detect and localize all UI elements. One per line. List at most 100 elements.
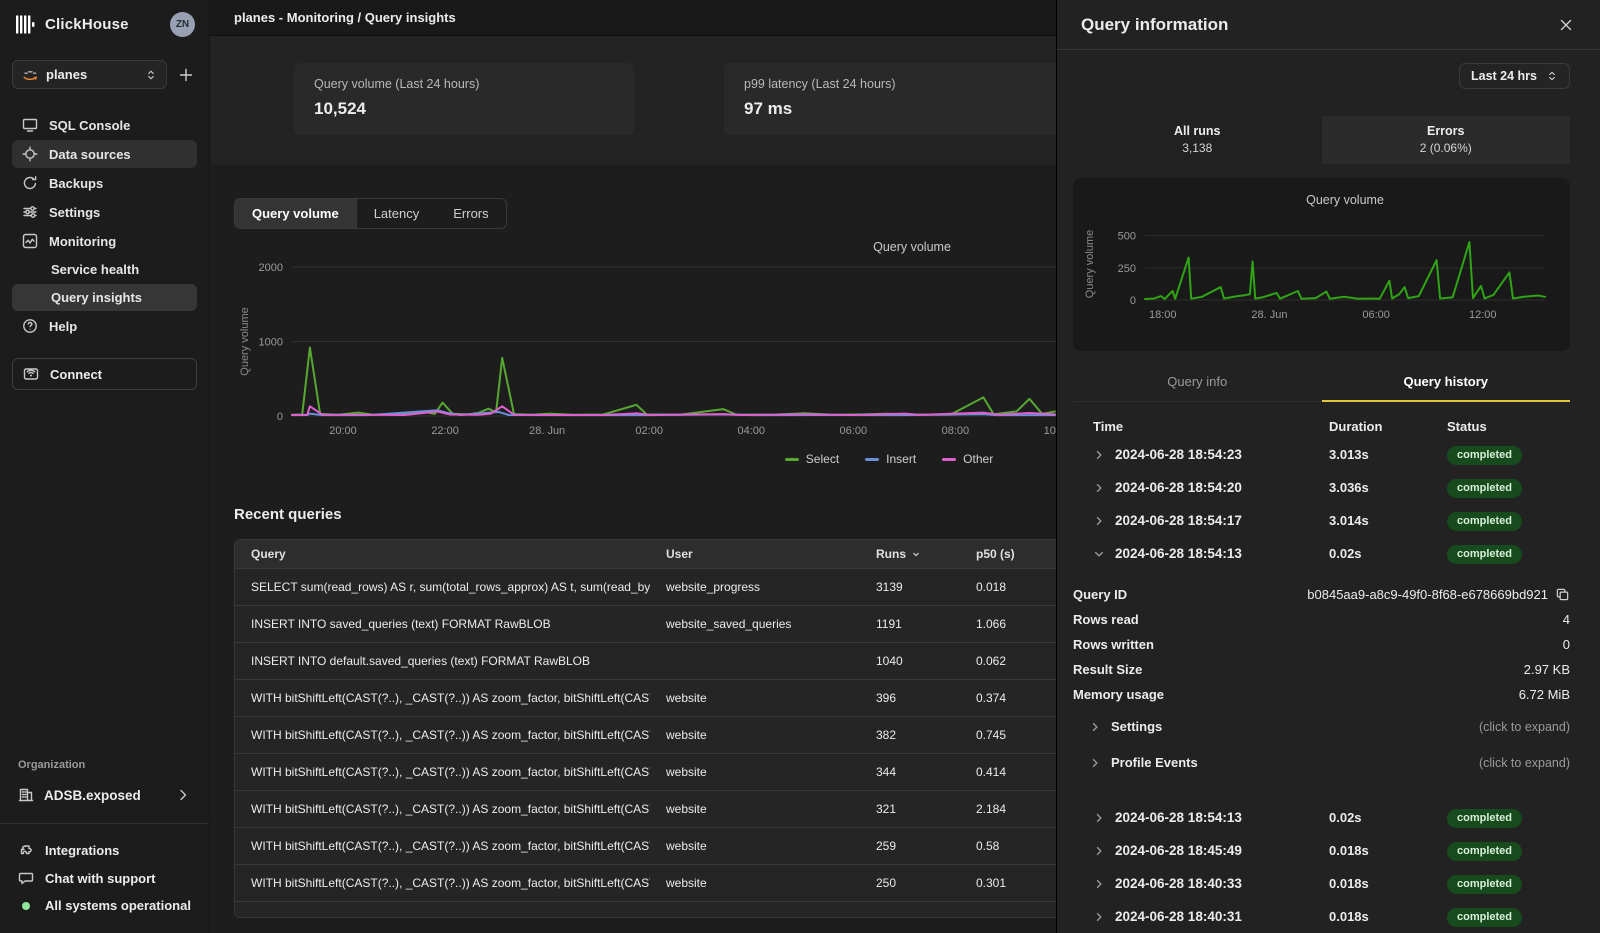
sidebar-item-label: Backups xyxy=(49,176,103,191)
tab-latency[interactable]: Latency xyxy=(357,199,437,228)
sidebar-item-label: Settings xyxy=(49,205,100,220)
sidebar-item-sql-console[interactable]: SQL Console xyxy=(12,111,197,139)
sidebar-nav: SQL Console Data sources Backups Settings Mo… xyxy=(12,111,197,340)
cell-query: INSERT INTO default.saved_queries (text)… xyxy=(235,654,650,668)
tab-query-info[interactable]: Query info xyxy=(1073,365,1322,402)
expander-profile-events[interactable]: Profile Events(click to expand) xyxy=(1073,746,1570,779)
sidebar-item-settings[interactable]: Settings xyxy=(12,198,197,226)
service-selector[interactable]: planes xyxy=(12,60,167,89)
history-time: 2024-06-28 18:54:13 xyxy=(1115,810,1329,825)
close-icon[interactable] xyxy=(1558,17,1574,33)
cell-user: website xyxy=(650,691,860,705)
cell-runs: 3139 xyxy=(860,580,960,594)
history-row[interactable]: 2024-06-28 18:54:130.02scompleted xyxy=(1073,801,1570,834)
all-runs-segment[interactable]: All runs 3,138 xyxy=(1073,116,1322,164)
footer-item-integrations[interactable]: Integrations xyxy=(12,836,197,864)
status-badge: completed xyxy=(1447,545,1522,564)
top-bar: planes - Monitoring / Query insights xyxy=(210,0,1056,36)
table-row[interactable]: WITH bitShiftLeft(CAST(?..), _CAST(?..))… xyxy=(235,716,1056,753)
sidebar-item-label: Data sources xyxy=(49,147,131,162)
table-row[interactable]: INSERT INTO default.saved_queries (text)… xyxy=(235,642,1056,679)
history-duration: 0.018s xyxy=(1329,843,1447,858)
status-badge: completed xyxy=(1447,908,1522,927)
history-row[interactable]: 2024-06-28 18:54:233.013scompleted xyxy=(1073,438,1570,471)
chevron-right-icon[interactable] xyxy=(1093,812,1115,824)
sidebar-item-backups[interactable]: Backups xyxy=(12,169,197,197)
cell-p50: 0.374 xyxy=(960,691,1056,705)
status-badge: completed xyxy=(1447,875,1522,894)
history-row[interactable]: 2024-06-28 18:40:310.018scompleted xyxy=(1073,900,1570,933)
table-row[interactable]: WITH bitShiftLeft(CAST(?..), _CAST(?..))… xyxy=(235,679,1056,716)
user-avatar[interactable]: ZN xyxy=(170,12,195,37)
legend-item-other[interactable]: Other xyxy=(942,452,993,466)
history-row[interactable]: 2024-06-28 18:54:130.02scompleted xyxy=(1073,537,1570,570)
chevron-right-icon[interactable] xyxy=(1093,911,1115,923)
legend-item-select[interactable]: Select xyxy=(785,452,839,466)
history-column-status: Status xyxy=(1447,419,1570,434)
status-badge: completed xyxy=(1447,512,1522,531)
table-row[interactable]: WITH bitShiftLeft(CAST(?..), _CAST(?..))… xyxy=(235,790,1056,827)
history-row[interactable]: 2024-06-28 18:54:203.036scompleted xyxy=(1073,471,1570,504)
cell-user: website xyxy=(650,765,860,779)
sidebar-item-data-sources[interactable]: Data sources xyxy=(12,140,197,168)
query-details: Query IDb0845aa9-a8c9-49f0-8f68-e678669b… xyxy=(1073,582,1570,779)
cell-query: SELECT sum(read_rows) AS r, sum(total_ro… xyxy=(235,580,650,594)
stat-cards-section: Query volume (Last 24 hours) 10,524 p99 … xyxy=(210,36,1056,165)
table-row[interactable]: WITH bitShiftLeft(CAST(?..), _CAST(?..))… xyxy=(235,827,1056,864)
organization-item[interactable]: ADSB.exposed xyxy=(12,781,197,809)
table-row[interactable]: INSERT INTO saved_queries (text) FORMAT … xyxy=(235,605,1056,642)
table-row[interactable]: SELECT sum(read_rows) AS r, sum(total_ro… xyxy=(235,568,1056,605)
sidebar-item-help[interactable]: Help xyxy=(12,312,197,340)
sidebar-item-service-health[interactable]: Service health xyxy=(12,256,197,283)
history-row[interactable]: 2024-06-28 18:54:173.014scompleted xyxy=(1073,504,1570,537)
detail-label: Memory usage xyxy=(1073,687,1164,702)
chevron-right-icon[interactable] xyxy=(1093,845,1115,857)
errors-segment[interactable]: Errors 2 (0.06%) xyxy=(1322,116,1571,164)
table-row[interactable]: WITH bitShiftLeft(CAST(?..), _CAST(?..))… xyxy=(235,753,1056,790)
chevron-down-icon[interactable] xyxy=(1093,548,1115,560)
status-badge: completed xyxy=(1447,809,1522,828)
detail-row-rows-read: Rows read4 xyxy=(1073,607,1570,632)
history-row[interactable]: 2024-06-28 18:45:490.018scompleted xyxy=(1073,834,1570,867)
chevron-right-icon[interactable] xyxy=(1093,515,1115,527)
history-column-duration: Duration xyxy=(1329,419,1447,434)
logo-row: ClickHouse ZN xyxy=(12,10,197,37)
footer-item-chat-with-support[interactable]: Chat with support xyxy=(12,864,197,892)
svg-text:250: 250 xyxy=(1118,263,1136,275)
svg-text:22:00: 22:00 xyxy=(431,425,459,437)
sort-descending-icon xyxy=(911,549,921,559)
backups-icon xyxy=(22,175,38,191)
legend-item-insert[interactable]: Insert xyxy=(865,452,916,466)
expander-settings[interactable]: Settings(click to expand) xyxy=(1073,710,1570,743)
chevron-right-icon[interactable] xyxy=(1093,878,1115,890)
add-service-button[interactable] xyxy=(175,67,197,83)
chevron-right-icon[interactable] xyxy=(1093,482,1115,494)
cell-query: INSERT INTO saved_queries (text) FORMAT … xyxy=(235,617,650,631)
footer-item-label: Chat with support xyxy=(45,871,156,886)
cell-p50: 0.301 xyxy=(960,876,1056,890)
tab-errors[interactable]: Errors xyxy=(436,199,505,228)
svg-text:20:00: 20:00 xyxy=(329,425,357,437)
svg-text:06:00: 06:00 xyxy=(840,425,868,437)
tab-query-history[interactable]: Query history xyxy=(1322,365,1571,402)
sidebar-item-label: Service health xyxy=(51,262,139,277)
chevron-right-icon[interactable] xyxy=(1093,449,1115,461)
chat-icon xyxy=(18,870,34,886)
chart-section: Query volumeLatencyErrors Query volumeQu… xyxy=(210,165,1056,918)
time-range-select[interactable]: Last 24 hrs xyxy=(1459,63,1570,89)
footer-item-all-systems-operational[interactable]: All systems operational xyxy=(12,892,197,919)
cell-p50: 1.066 xyxy=(960,617,1056,631)
svg-text:0: 0 xyxy=(1130,295,1136,307)
recent-queries-table: QueryUserRunsp50 (s) SELECT sum(read_row… xyxy=(234,539,1056,918)
table-row[interactable]: WITH bitShiftLeft(CAST(?..), _CAST(?..))… xyxy=(235,864,1056,901)
tab-query-volume[interactable]: Query volume xyxy=(235,199,357,228)
history-time: 2024-06-28 18:54:13 xyxy=(1115,546,1329,561)
column-header-runs[interactable]: Runs xyxy=(860,547,960,561)
sidebar-item-monitoring[interactable]: Monitoring xyxy=(12,227,197,255)
connect-button[interactable]: Connect xyxy=(12,358,197,390)
history-row[interactable]: 2024-06-28 18:40:330.018scompleted xyxy=(1073,867,1570,900)
sidebar-item-query-insights[interactable]: Query insights xyxy=(12,284,197,311)
footer-item-label: All systems operational xyxy=(45,898,191,913)
expander-label: Settings xyxy=(1111,719,1162,734)
copy-icon[interactable] xyxy=(1555,587,1570,602)
